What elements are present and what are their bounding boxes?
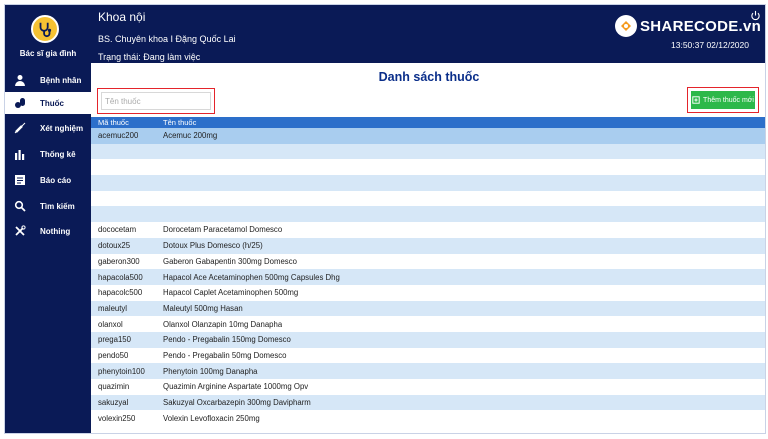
table-row[interactable]: hapacolc500 Hapacol Caplet Acetaminophen … [91,284,765,301]
cell-code: hapacola500 [98,272,143,282]
table-row[interactable]: dotoux25 Dotoux Plus Domesco (h/25) [91,237,765,254]
sidebar-item-label: Tìm kiếm [40,201,75,211]
table-row[interactable]: prega150 Pendo - Pregabalin 150mg Domesco [91,331,765,348]
user-icon [13,73,27,87]
cell-name: Sakuzyal Oxcarbazepin 300mg Davipharm [163,398,311,408]
table-row[interactable] [91,175,765,191]
sidebar-item-label: Xét nghiệm [40,123,84,133]
pills-icon [13,96,27,110]
app-window: Bác sĩ gia đình Bệnh nhân Thuốc Xét nghi… [4,4,766,434]
table-header: Mã thuốc Tên thuốc [91,117,765,128]
sidebar-item-label: Thuốc [40,98,64,108]
cell-code: sakuzyal [98,398,129,408]
sidebar-item-label: Thống kê [40,149,76,159]
add-button-highlight: Thêm thuốc mới [687,87,759,113]
brand-logo: SHARECODE.vn [615,15,761,37]
sidebar-item-benh-nhan[interactable]: Bệnh nhân [5,69,91,91]
sidebar-item-label: Bệnh nhân [40,75,82,85]
table-row[interactable]: quazimin Quazimin Arginine Aspartate 1000… [91,379,765,395]
sidebar-item-thuoc[interactable]: Thuốc [5,92,91,114]
sidebar: Bác sĩ gia đình Bệnh nhân Thuốc Xét nghi… [5,5,91,433]
cell-name: Gaberon Gabapentin 300mg Domesco [163,256,297,266]
table-row[interactable]: acemuc200 Acemuc 200mg [91,128,765,144]
medicine-table: Mã thuốc Tên thuốc acemuc200 Acemuc 200mg… [91,117,765,433]
header-bar: Khoa nội BS. Chuyên khoa I Đặng Quốc Lai… [91,5,765,63]
sidebar-item-tim-kiem[interactable]: Tìm kiếm [5,195,91,217]
cell-code: phenytoin100 [98,366,145,376]
sidebar-item-label: Báo cáo [40,175,72,185]
table-row[interactable]: gaberon300 Gaberon Gabapentin 300mg Domes… [91,253,765,270]
cell-code: hapacolc500 [98,288,143,298]
table-row[interactable]: phenytoin100 Phenytoin 100mg Danapha [91,363,765,379]
cell-name: Quazimin Arginine Aspartate 1000mg Opv [163,382,309,392]
cell-name: Olanxol Olanzapin 10mg Danapha [163,319,283,329]
table-row[interactable] [91,190,765,207]
clock: 13:50:37 02/12/2020 [671,40,749,50]
tools-icon [13,224,27,238]
cell-name: Phenytoin 100mg Danapha [163,366,258,376]
cell-code: pendo50 [98,350,129,360]
sidebar-item-thong-ke[interactable]: Thống kê [5,143,91,165]
cell-name: Dotoux Plus Domesco (h/25) [163,241,263,251]
logout-power-icon[interactable] [750,10,761,21]
syringe-icon [13,121,27,135]
bar-chart-icon [13,147,27,161]
cell-code: gaberon300 [98,256,140,266]
add-button-label: Thêm thuốc mới [703,96,754,104]
cell-name: Pendo - Pregabalin 50mg Domesco [163,350,287,360]
cell-name: Maleutyl 500mg Hasan [163,303,243,313]
medicine-search-input[interactable] [101,92,211,110]
cell-name: Pendo - Pregabalin 150mg Domesco [163,335,291,345]
column-header-code[interactable]: Mã thuốc [91,118,163,127]
cell-code: acemuc200 [98,131,139,141]
sidebar-item-label: Nothing [40,226,71,236]
work-status: Trạng thái: Đang làm việc [98,52,201,62]
cell-code: dococetam [98,225,137,235]
table-row[interactable]: pendo50 Pendo - Pregabalin 50mg Domesco [91,347,765,364]
stethoscope-logo-icon [31,15,59,43]
page-title: Danh sách thuốc [378,70,480,84]
cell-name: Dorocetam Paracetamol Domesco [163,225,283,235]
cell-code: olanxol [98,319,123,329]
table-row[interactable]: maleutyl Maleutyl 500mg Hasan [91,300,765,317]
main-content: Danh sách thuốc Thêm thuốc mới Mã thuốc … [91,63,765,433]
brand-text: SHARECODE.vn [640,17,762,35]
table-body: acemuc200 Acemuc 200mg dococetam Dorocetam … [91,128,765,427]
add-icon [692,96,700,104]
sidebar-item-nothing[interactable]: Nothing [5,220,91,242]
table-row[interactable]: dococetam Dorocetam Paracetamol Domesco [91,222,765,238]
cell-code: quazimin [98,382,130,392]
table-row[interactable]: olanxol Olanxol Olanzapin 10mg Danapha [91,316,765,332]
search-highlight [97,88,215,114]
table-row[interactable]: sakuzyal Sakuzyal Oxcarbazepin 300mg Davi… [91,394,765,411]
cell-name: Acemuc 200mg [163,131,218,141]
cell-name: Hapacol Ace Acetaminophen 500mg Capsules… [163,272,340,282]
table-row[interactable] [91,159,765,176]
sidebar-item-xet-nghiem[interactable]: Xét nghiệm [5,117,91,139]
table-row[interactable]: volexin250 Volexin Levofloxacin 250mg [91,410,765,427]
cell-name: Hapacol Caplet Acetaminophen 500mg [163,288,299,298]
add-medicine-button[interactable]: Thêm thuốc mới [691,91,755,109]
cell-code: maleutyl [98,303,128,313]
sharecode-logo-icon [615,15,637,37]
doctor-name: BS. Chuyên khoa I Đặng Quốc Lai [98,34,236,44]
table-row[interactable] [91,206,765,223]
cell-code: prega150 [98,335,131,345]
column-header-name[interactable]: Tên thuốc [163,118,196,127]
app-name: Bác sĩ gia đình [19,49,77,58]
cell-name: Volexin Levofloxacin 250mg [163,413,260,423]
report-icon [13,173,27,187]
cell-code: volexin250 [98,413,136,423]
search-icon [13,199,27,213]
table-row[interactable] [91,143,765,160]
module-title: Khoa nội [98,10,146,24]
cell-code: dotoux25 [98,241,131,251]
sidebar-item-bao-cao[interactable]: Báo cáo [5,169,91,191]
table-row[interactable]: hapacola500 Hapacol Ace Acetaminophen 500… [91,269,765,285]
